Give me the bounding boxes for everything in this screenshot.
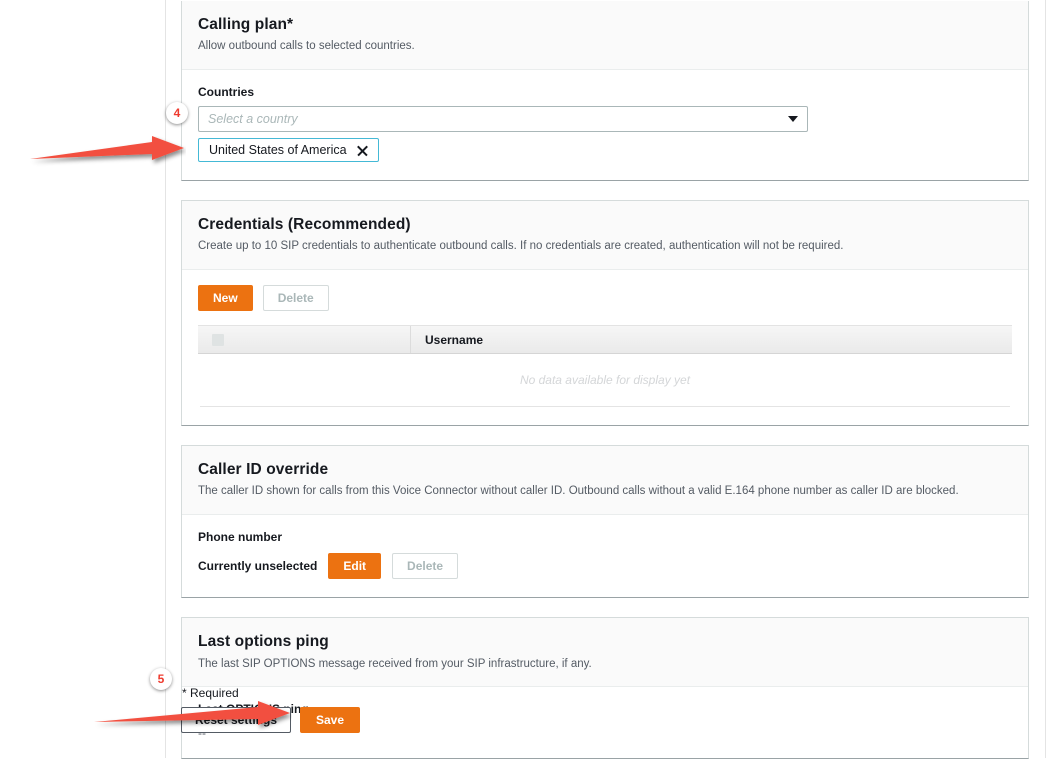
- edit-caller-id-button[interactable]: Edit: [328, 553, 382, 580]
- calling-plan-header: Calling plan* Allow outbound calls to se…: [182, 1, 1028, 71]
- close-icon[interactable]: [356, 144, 369, 157]
- credentials-description: Create up to 10 SIP credentials to authe…: [198, 240, 844, 253]
- annotation-arrow-to-country-token: [30, 136, 184, 160]
- checkbox-icon[interactable]: [212, 333, 224, 346]
- page-right-rule: [1045, 0, 1046, 758]
- caller-id-body: Phone number Currently unselected Edit D…: [182, 515, 1028, 598]
- username-column-header: Username: [425, 332, 484, 347]
- selected-countries-list: United States of America: [198, 138, 1012, 163]
- credentials-empty-text: No data available for display yet: [519, 373, 691, 388]
- phone-number-label: Phone number: [198, 530, 283, 545]
- last-ping-description: The last SIP OPTIONS message received fr…: [198, 657, 592, 670]
- credentials-table: Username No data available for display y…: [198, 325, 1012, 408]
- country-token[interactable]: United States of America: [198, 138, 379, 163]
- last-ping-header: Last options ping The last SIP OPTIONS m…: [182, 618, 1028, 688]
- credentials-header: Credentials (Recommended) Create up to 1…: [182, 201, 1028, 271]
- calling-plan-description: Allow outbound calls to selected countri…: [198, 40, 415, 53]
- delete-caller-id-button[interactable]: Delete: [392, 553, 459, 580]
- chevron-down-icon: [788, 116, 798, 123]
- credentials-body: New Delete Username No data available fo…: [182, 270, 1028, 426]
- last-ping-title: Last options ping: [198, 633, 329, 651]
- country-select-placeholder: Select a country: [208, 112, 298, 127]
- credentials-actions: New Delete: [198, 285, 1012, 312]
- caller-id-row: Currently unselected Edit Delete: [198, 553, 1012, 580]
- annotation-marker-4: 4: [166, 102, 188, 124]
- section-calling-plan: Calling plan* Allow outbound calls to se…: [181, 1, 1029, 182]
- required-note: * Required: [182, 686, 239, 700]
- phone-number-value: Currently unselected: [198, 559, 318, 574]
- caller-id-header: Caller ID override The caller ID shown f…: [182, 446, 1028, 516]
- calling-plan-title: Calling plan*: [198, 16, 294, 33]
- annotation-arrow-to-save-button: [94, 701, 290, 725]
- country-token-label: United States of America: [209, 143, 347, 158]
- select-all-header-cell[interactable]: [198, 326, 411, 354]
- calling-plan-body: Countries Select a country United States…: [182, 70, 1028, 181]
- annotation-marker-5: 5: [150, 668, 172, 690]
- section-caller-id-override: Caller ID override The caller ID shown f…: [181, 445, 1029, 599]
- new-credential-button[interactable]: New: [198, 285, 253, 312]
- delete-credential-button[interactable]: Delete: [262, 285, 329, 312]
- credentials-table-empty: No data available for display yet: [200, 354, 1010, 408]
- credentials-table-header: Username: [198, 325, 1012, 355]
- country-select[interactable]: Select a country: [198, 106, 808, 133]
- caller-id-description: The caller ID shown for calls from this …: [198, 485, 959, 498]
- section-credentials: Credentials (Recommended) Create up to 1…: [181, 200, 1029, 427]
- caller-id-title: Caller ID override: [198, 461, 329, 479]
- credentials-title: Credentials (Recommended): [198, 216, 411, 234]
- settings-content-column: Calling plan* Allow outbound calls to se…: [181, 0, 1029, 778]
- countries-label: Countries: [198, 85, 255, 100]
- save-button[interactable]: Save: [300, 707, 360, 733]
